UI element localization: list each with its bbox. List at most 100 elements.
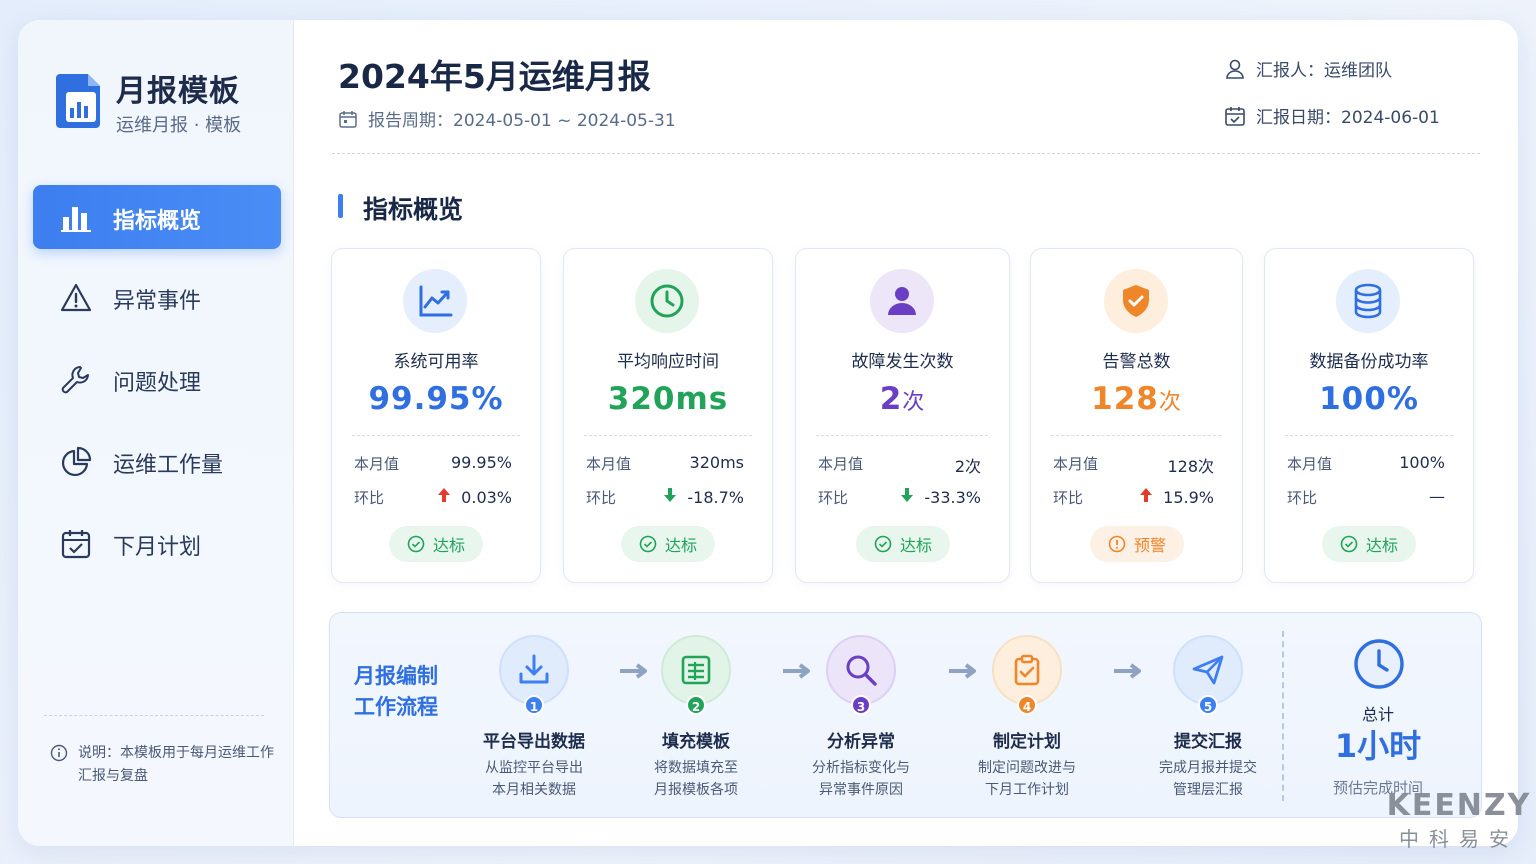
nav-item-issues[interactable]: 问题处理 xyxy=(33,347,281,411)
calendar-check-icon xyxy=(1225,106,1245,126)
current-value: 128次 xyxy=(1167,457,1214,476)
status-badge: 达标 xyxy=(621,526,715,562)
nav-label: 异常事件 xyxy=(113,289,202,314)
mom-value: 0.03% xyxy=(437,487,512,507)
check-circle-icon xyxy=(407,535,425,553)
mom-label: 环比 xyxy=(1287,489,1318,507)
card-title: 故障发生次数 xyxy=(851,352,954,372)
app-frame: 月报模板 运维月报 · 模板 指标概览 异常事件 问题处理 运维工作量 下月计划… xyxy=(18,20,1518,846)
mom-label: 环比 xyxy=(1053,489,1084,507)
check-circle-icon xyxy=(874,535,892,553)
step-title: 制定计划 xyxy=(993,732,1061,752)
warning-icon xyxy=(60,283,92,312)
clock-icon xyxy=(635,269,699,333)
user-icon xyxy=(870,269,934,333)
section-title: 指标概览 xyxy=(363,195,464,224)
step-title: 填充模板 xyxy=(662,732,730,752)
step-number: 1 xyxy=(524,695,544,715)
template-note: 说明：本模板用于每月运维工作汇报与复盘 xyxy=(78,745,274,784)
header-divider xyxy=(332,153,1480,154)
watermark-cn: 中科易安 xyxy=(1399,827,1519,851)
total-value: 1小时 xyxy=(1334,727,1422,765)
nav-label: 下月计划 xyxy=(113,535,202,560)
nav-item-overview[interactable]: 指标概览 xyxy=(33,185,281,249)
section-accent xyxy=(338,194,343,218)
app-subtitle: 运维月报 · 模板 xyxy=(116,115,242,136)
status-badge: 达标 xyxy=(1322,526,1416,562)
report-logo-icon xyxy=(56,74,100,128)
card-divider xyxy=(584,435,752,436)
status-badge: 预警 xyxy=(1090,526,1184,562)
reporter: 汇报人：运维团队 xyxy=(1224,56,1392,81)
card-divider xyxy=(816,435,988,436)
mom-label: 环比 xyxy=(818,489,849,507)
step-title: 提交汇报 xyxy=(1174,732,1242,752)
workflow-panel: 月报编制 工作流程 1 平台导出数据 从监控平台导出 本月相关数据 2 填充模板… xyxy=(329,612,1482,818)
card-title: 告警总数 xyxy=(1102,352,1171,372)
arrow-up-icon xyxy=(1140,488,1153,502)
card-divider xyxy=(1285,435,1453,436)
mom-label: 环比 xyxy=(354,489,385,507)
mom-value: 15.9% xyxy=(1139,487,1214,507)
mom-label: 环比 xyxy=(586,489,617,507)
arrow-right-icon xyxy=(783,663,810,679)
report-period: 报告周期：2024-05-01 ~ 2024-05-31 xyxy=(338,106,676,131)
wrench-icon xyxy=(61,366,89,394)
current-value: 100% xyxy=(1399,453,1445,472)
card-value: 100% xyxy=(1319,381,1419,417)
info-icon xyxy=(50,744,68,762)
current-label: 本月值 xyxy=(354,455,400,473)
report-date: 汇报日期：2024-06-01 xyxy=(1224,103,1440,128)
metric-card-availability: 系统可用率 99.95% 本月值 99.95% 环比 0.03% 达标 xyxy=(331,248,541,583)
nav-item-workload[interactable]: 运维工作量 xyxy=(33,429,281,493)
step-desc: 分析指标变化与 异常事件原因 xyxy=(812,760,910,798)
card-value: 99.95% xyxy=(368,381,504,417)
arrow-right-icon xyxy=(949,663,976,679)
nav-label: 问题处理 xyxy=(113,371,202,396)
card-divider xyxy=(352,435,520,436)
pie-chart-icon xyxy=(61,446,92,477)
metric-card-response-time: 平均响应时间 320ms 本月值 320ms 环比 -18.7% 达标 xyxy=(563,248,773,583)
sidebar: 月报模板 运维月报 · 模板 指标概览 异常事件 问题处理 运维工作量 下月计划… xyxy=(18,20,294,846)
sidebar-divider xyxy=(44,715,264,716)
current-value: 99.95% xyxy=(450,453,512,472)
user-outline-icon xyxy=(1226,59,1244,79)
card-value: 2次 xyxy=(879,381,926,417)
mom-value: -18.7% xyxy=(663,487,744,507)
report-date-text: 汇报日期：2024-06-01 xyxy=(1256,108,1440,128)
current-value: 2次 xyxy=(954,457,981,476)
metric-card-failures: 故障发生次数 2次 本月值 2次 环比 -33.3% 达标 xyxy=(795,248,1010,583)
card-title: 系统可用率 xyxy=(393,352,479,372)
step-title: 分析异常 xyxy=(827,732,895,752)
step-desc: 将数据填充至 月报模板各项 xyxy=(654,760,738,798)
step-number: 2 xyxy=(686,695,706,715)
current-label: 本月值 xyxy=(1053,455,1099,473)
current-label: 本月值 xyxy=(586,455,632,473)
nav-item-next-plan[interactable]: 下月计划 xyxy=(33,511,281,575)
current-label: 本月值 xyxy=(818,455,864,473)
trend-line-icon xyxy=(403,269,467,333)
mom-value: — xyxy=(1429,487,1445,506)
nav-item-incidents[interactable]: 异常事件 xyxy=(33,265,281,329)
current-value: 320ms xyxy=(689,453,744,472)
card-title: 平均响应时间 xyxy=(617,352,719,372)
report-period-text: 报告周期：2024-05-01 ~ 2024-05-31 xyxy=(368,111,676,131)
mom-value: -33.3% xyxy=(900,487,981,507)
bar-chart-icon xyxy=(61,207,91,232)
step-number: 3 xyxy=(851,695,871,715)
page-title: 2024年5月运维月报 xyxy=(338,57,651,96)
nav-label: 指标概览 xyxy=(113,209,202,234)
step-number: 4 xyxy=(1017,695,1037,715)
card-value: 320ms xyxy=(607,381,729,417)
step-desc: 制定问题改进与 下月工作计划 xyxy=(978,760,1076,798)
nav-label: 运维工作量 xyxy=(113,453,224,478)
status-badge: 达标 xyxy=(856,526,950,562)
current-label: 本月值 xyxy=(1287,455,1333,473)
check-circle-icon xyxy=(639,535,657,553)
arrow-down-icon xyxy=(901,488,914,502)
metric-card-alerts: 告警总数 128次 本月值 128次 环比 15.9% 预警 xyxy=(1030,248,1243,583)
workflow-title: 月报编制 工作流程 xyxy=(354,664,438,719)
step-desc: 从监控平台导出 本月相关数据 xyxy=(485,760,583,798)
card-title: 数据备份成功率 xyxy=(1309,352,1429,372)
card-divider xyxy=(1051,435,1221,436)
